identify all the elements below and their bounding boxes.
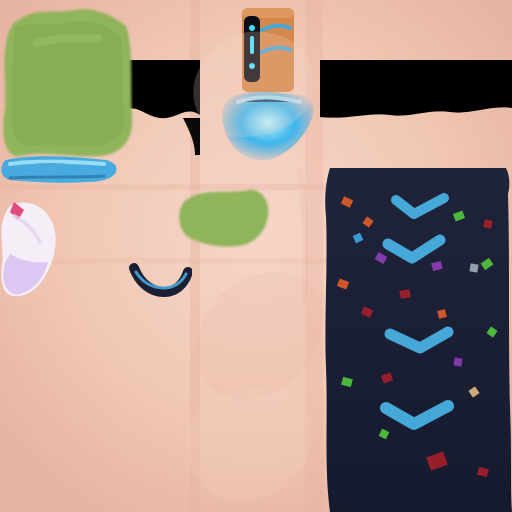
skin-shading-details — [0, 0, 512, 512]
skin-texture-atlas — [0, 0, 512, 512]
